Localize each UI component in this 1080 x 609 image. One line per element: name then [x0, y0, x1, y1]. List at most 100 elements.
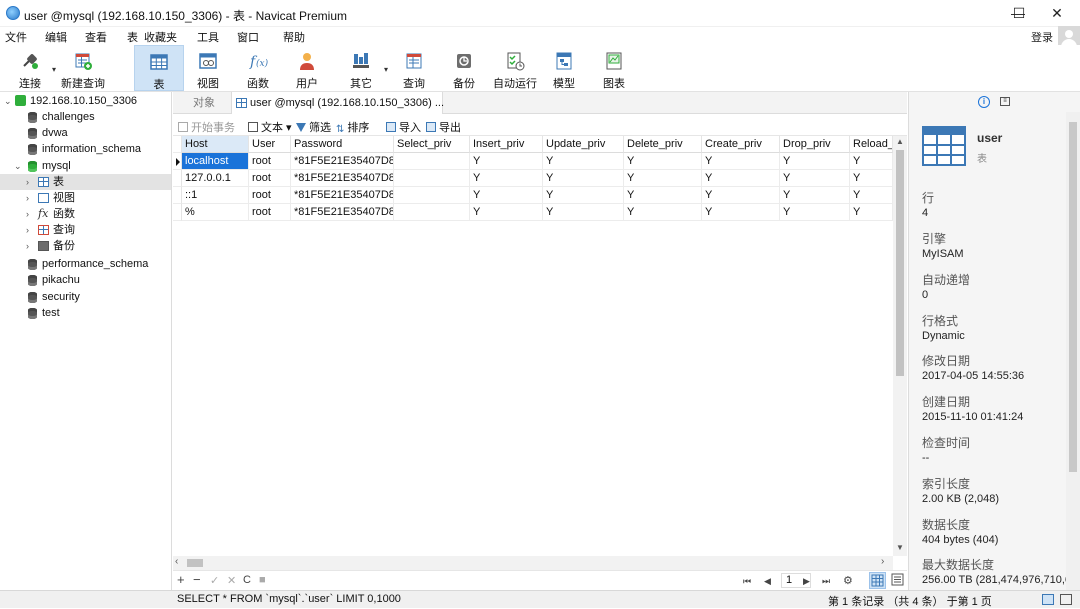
close-button[interactable]: ✕ — [1034, 0, 1080, 27]
row-indicator[interactable] — [173, 187, 182, 204]
expand-arrow-icon[interactable]: › — [26, 206, 29, 222]
table-cell[interactable]: Y — [543, 153, 624, 170]
prev-page-button[interactable]: ◀ — [764, 576, 771, 587]
scroll-thumb[interactable] — [896, 150, 904, 376]
discard-changes-button[interactable]: ✕ — [227, 574, 236, 587]
import-button[interactable]: 导入 — [386, 119, 421, 135]
table-cell[interactable]: ::1 — [182, 187, 249, 204]
tree-mysql-tables[interactable]: › 表 — [0, 174, 171, 190]
tab-objects[interactable]: 对象 — [193, 92, 233, 114]
table-cell[interactable]: Y — [394, 187, 470, 204]
connection-dropdown-arrow[interactable]: ▾ — [52, 65, 56, 74]
toolbar-backup-button[interactable]: 备份 — [442, 45, 486, 91]
menu-tools[interactable]: 工具 — [197, 29, 219, 45]
table-cell[interactable]: Y — [543, 204, 624, 221]
toolbar-table-button[interactable]: 表 — [134, 45, 184, 91]
expand-arrow-icon[interactable]: › — [26, 222, 29, 238]
menu-view[interactable]: 查看 — [85, 29, 107, 45]
table-cell[interactable]: Y — [702, 153, 780, 170]
table-cell[interactable]: Y — [470, 187, 543, 204]
grid-vertical-scrollbar[interactable]: ▲ ▼ — [893, 136, 907, 556]
tree-db-dvwa[interactable]: dvwa — [0, 125, 171, 141]
toolbar-chart-button[interactable]: 图表 — [592, 45, 636, 91]
export-button[interactable]: 导出 — [426, 119, 461, 135]
tree-db-challenges[interactable]: challenges — [0, 109, 171, 125]
column-header[interactable]: Update_priv — [543, 136, 624, 153]
stop-button[interactable]: ■ — [259, 574, 266, 586]
table-cell[interactable]: 127.0.0.1 — [182, 170, 249, 187]
tree-db-mysql[interactable]: ⌄ mysql — [0, 158, 171, 174]
table-cell[interactable]: Y — [702, 187, 780, 204]
tree-db-performance-schema[interactable]: performance_schema — [0, 256, 171, 272]
expand-arrow-icon[interactable]: › — [26, 174, 29, 190]
table-cell[interactable]: Y — [470, 204, 543, 221]
begin-transaction-button[interactable]: 开始事务 — [178, 119, 235, 135]
table-cell[interactable]: Y — [394, 153, 470, 170]
scroll-thumb[interactable] — [187, 559, 203, 567]
menu-help[interactable]: 帮助 — [283, 29, 305, 45]
other-dropdown-arrow[interactable]: ▾ — [384, 65, 388, 74]
info-icon[interactable]: i — [978, 96, 990, 108]
tree-mysql-views[interactable]: › 视图 — [0, 190, 171, 206]
table-cell[interactable]: Y — [470, 153, 543, 170]
menu-favorites[interactable]: 收藏夹 — [144, 29, 177, 45]
table-cell[interactable]: Y — [850, 187, 893, 204]
scroll-right-icon[interactable]: › — [881, 556, 884, 567]
table-cell[interactable]: Y — [850, 204, 893, 221]
menu-edit[interactable]: 编辑 — [45, 29, 67, 45]
last-page-button[interactable]: ⏭ — [822, 576, 830, 587]
first-page-button[interactable]: ⏮ — [743, 576, 751, 587]
table-cell[interactable]: Y — [470, 170, 543, 187]
tab-user-table[interactable]: user @mysql (192.168.10.150_3306) ... — [231, 92, 444, 115]
column-header[interactable]: Select_priv — [394, 136, 470, 153]
scroll-thumb[interactable] — [1069, 122, 1077, 472]
tree-db-information-schema[interactable]: information_schema — [0, 141, 171, 157]
text-view-button[interactable]: 文本 ▾ — [248, 119, 292, 135]
table-cell[interactable]: Y — [543, 170, 624, 187]
table-cell[interactable]: *81F5E21E35407D8EY — [291, 153, 394, 170]
table-cell[interactable]: Y — [780, 153, 850, 170]
row-indicator[interactable] — [173, 204, 182, 221]
scroll-down-icon[interactable]: ▼ — [893, 543, 907, 555]
info-panel-scrollbar[interactable] — [1066, 112, 1080, 590]
tree-connection[interactable]: ⌄ 192.168.10.150_3306 — [0, 93, 171, 109]
table-cell[interactable]: Y — [394, 170, 470, 187]
row-indicator[interactable] — [173, 153, 182, 170]
toolbar-model-button[interactable]: 模型 — [542, 45, 586, 91]
column-header[interactable]: Password — [291, 136, 394, 153]
table-cell[interactable]: Y — [543, 187, 624, 204]
layout-toggle-icon[interactable] — [1042, 594, 1054, 605]
column-header[interactable]: Host — [182, 136, 249, 153]
tree-mysql-queries[interactable]: › 查询 — [0, 222, 171, 238]
column-header[interactable]: Create_priv — [702, 136, 780, 153]
sort-button[interactable]: ⇅ 排序 — [336, 119, 369, 135]
table-cell[interactable]: % — [182, 204, 249, 221]
ddl-icon[interactable]: ≡ — [1000, 97, 1010, 106]
next-page-button[interactable]: ▶ — [803, 576, 810, 587]
toolbar-new-query-button[interactable]: 新建查询 — [60, 45, 106, 91]
refresh-button[interactable]: C — [243, 574, 251, 586]
table-cell[interactable]: Y — [624, 187, 702, 204]
tree-mysql-backups[interactable]: › 备份 — [0, 238, 171, 254]
column-header[interactable]: Reload_ — [850, 136, 893, 153]
menu-window[interactable]: 窗口 — [237, 29, 259, 45]
table-cell[interactable]: root — [249, 187, 291, 204]
table-cell[interactable]: root — [249, 170, 291, 187]
filter-button[interactable]: 筛选 — [296, 119, 331, 135]
grid-settings-button[interactable]: ⚙ — [843, 574, 853, 587]
toolbar-user-button[interactable]: 用户 — [285, 45, 329, 91]
login-link[interactable]: 登录 — [1031, 29, 1053, 45]
table-cell[interactable]: Y — [624, 170, 702, 187]
menu-file[interactable]: 文件 — [5, 29, 27, 45]
table-cell[interactable]: Y — [624, 204, 702, 221]
scroll-left-icon[interactable]: ‹ — [175, 556, 178, 567]
toolbar-other-button[interactable]: 其它 — [338, 45, 384, 91]
table-cell[interactable]: *81F5E21E35407D8EY — [291, 170, 394, 187]
menu-table[interactable]: 表 — [127, 29, 138, 45]
form-view-button[interactable] — [891, 573, 904, 589]
toolbar-function-button[interactable]: f (x) 函数 — [236, 45, 280, 91]
row-indicator[interactable] — [173, 170, 182, 187]
table-cell[interactable]: Y — [702, 170, 780, 187]
table-cell[interactable]: Y — [780, 170, 850, 187]
tree-db-test[interactable]: test — [0, 305, 171, 321]
